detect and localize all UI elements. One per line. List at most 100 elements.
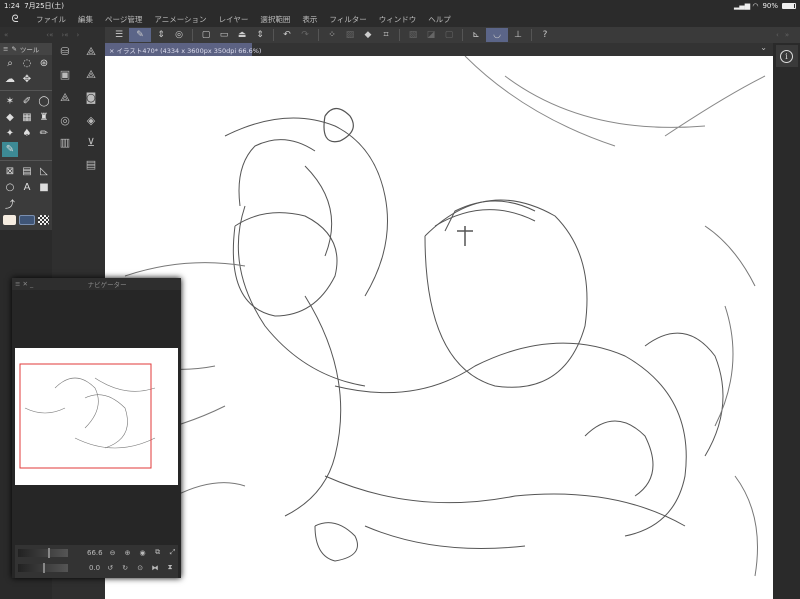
pattern-icon[interactable]: ▦ bbox=[19, 110, 35, 125]
menu-icon[interactable]: ☰ bbox=[111, 28, 127, 42]
sparkle-icon[interactable]: ✦ bbox=[2, 126, 18, 141]
rotate-left-icon[interactable]: ↺ bbox=[105, 564, 115, 572]
menu-file[interactable]: ファイル bbox=[30, 14, 72, 25]
zoom-slider[interactable] bbox=[18, 547, 68, 558]
snap-line-icon[interactable]: ⊥ bbox=[510, 28, 526, 42]
magic-wand-icon[interactable]: ✶ bbox=[2, 94, 18, 109]
help-icon[interactable]: ? bbox=[537, 28, 553, 42]
layers-stack-icon[interactable]: ◈ bbox=[78, 114, 104, 127]
open-folder-icon[interactable]: ▭ bbox=[216, 28, 232, 42]
undo-icon[interactable]: ↶ bbox=[279, 28, 295, 42]
deselect-icon[interactable]: ▧ bbox=[405, 28, 421, 42]
rotate-tool-icon[interactable]: ◌ bbox=[19, 56, 35, 71]
drawing-canvas[interactable] bbox=[105, 56, 773, 599]
edit-icon[interactable]: ✎ bbox=[129, 28, 151, 42]
new-file-icon[interactable]: ▢ bbox=[198, 28, 214, 42]
import-icon[interactable]: ⊻ bbox=[78, 136, 104, 149]
lasso-icon[interactable]: ◯ bbox=[36, 94, 52, 109]
pen-icon: ✎ bbox=[11, 45, 17, 53]
layer-icon[interactable]: ⛁ bbox=[52, 45, 78, 59]
invert-selection-icon[interactable]: ◪ bbox=[423, 28, 439, 42]
crop-icon[interactable]: ▢ bbox=[441, 28, 457, 42]
layer-property-icon[interactable]: ⟁ bbox=[78, 45, 104, 59]
text-tool-icon[interactable]: A bbox=[19, 180, 35, 195]
panel-menu-icon[interactable]: ≡ ✕ _ bbox=[15, 280, 33, 288]
save-icon[interactable]: ⏏ bbox=[234, 28, 250, 42]
eyedropper-icon[interactable]: ✐ bbox=[19, 94, 35, 109]
hand-tool-icon[interactable]: ☁ bbox=[2, 72, 18, 87]
reset-rotation-icon[interactable]: ⊙ bbox=[135, 564, 145, 572]
snap-curve-icon[interactable]: ◡ bbox=[486, 28, 508, 42]
ruler-tool-icon[interactable]: ▤ bbox=[19, 164, 35, 179]
clear-icon[interactable]: ▨ bbox=[342, 28, 358, 42]
fit-window-icon[interactable]: ⧉ bbox=[153, 548, 163, 557]
flip-vertical-icon[interactable]: ⧗ bbox=[165, 563, 175, 572]
sub-color-swatch[interactable] bbox=[19, 215, 35, 225]
menu-page[interactable]: ページ管理 bbox=[99, 14, 148, 25]
transform-icon[interactable]: ⌗ bbox=[378, 28, 394, 42]
menu-animation[interactable]: アニメーション bbox=[148, 14, 212, 25]
menu-layer[interactable]: レイヤー bbox=[213, 14, 255, 25]
zoom-in-icon[interactable]: ⊕ bbox=[123, 549, 133, 557]
rotate-right-icon[interactable]: ↻ bbox=[120, 564, 130, 572]
camera-icon[interactable]: ◎ bbox=[171, 28, 187, 42]
menu-edit[interactable]: 編集 bbox=[72, 14, 99, 25]
eraser-icon[interactable]: ◆ bbox=[2, 110, 18, 125]
sub-tool-icon[interactable]: ⟁ bbox=[52, 91, 78, 105]
balloon-icon[interactable]: ○ bbox=[2, 180, 18, 195]
fill-icon[interactable]: ◆ bbox=[360, 28, 376, 42]
main-color-swatch[interactable] bbox=[3, 215, 17, 225]
zoom-out-icon[interactable]: ⊖ bbox=[108, 549, 118, 557]
expand-right-icon[interactable]: » bbox=[785, 31, 789, 39]
menu-window[interactable]: ウィンドウ bbox=[373, 14, 423, 25]
view-frame[interactable] bbox=[19, 363, 152, 469]
tool-palette-title: ツール bbox=[19, 46, 40, 54]
collapse-icon[interactable]: ‹« bbox=[46, 31, 53, 39]
color-icon[interactable]: ◙ bbox=[78, 91, 104, 105]
battery-text: 90% bbox=[762, 2, 778, 10]
expand-icon[interactable]: ›« bbox=[61, 31, 68, 39]
chevron-down-icon[interactable]: ⌄ bbox=[760, 43, 767, 52]
document-tab[interactable]: × イラスト470* (4334 x 3600px 350dpi 66.6%) bbox=[105, 43, 261, 56]
triangle-ruler-icon[interactable]: ◺ bbox=[36, 164, 52, 179]
layer-move-icon[interactable]: ⊛ bbox=[36, 56, 52, 71]
search-layer-icon[interactable]: ▥ bbox=[52, 136, 78, 149]
collapse-left-icon[interactable]: ‹ bbox=[776, 31, 779, 39]
material-icon[interactable]: ⟁ bbox=[78, 68, 104, 82]
blend-icon[interactable]: ♠ bbox=[19, 126, 35, 141]
expand-right-icon[interactable]: › bbox=[76, 31, 79, 39]
pen-tool-icon[interactable]: ✎ bbox=[2, 142, 18, 157]
actual-size-icon[interactable]: ◉ bbox=[138, 549, 148, 557]
flip-horizontal-icon[interactable]: ⧓ bbox=[150, 564, 160, 572]
redo-icon[interactable]: ↷ bbox=[297, 28, 313, 42]
palette-menu-icon[interactable]: ≡ bbox=[3, 45, 8, 53]
transparent-swatch[interactable] bbox=[37, 215, 49, 225]
info-icon: i bbox=[780, 49, 793, 63]
time: 1:24 bbox=[4, 2, 20, 10]
up-down-icon[interactable]: ⇕ bbox=[252, 28, 268, 42]
zoom-tool-icon[interactable]: ⌕ bbox=[2, 56, 18, 71]
menu-filter[interactable]: フィルター bbox=[323, 14, 372, 25]
menu-selection[interactable]: 選択範囲 bbox=[254, 14, 296, 25]
up-down-icon[interactable]: ⇕ bbox=[153, 28, 169, 42]
fit-screen-icon[interactable]: ⤢ bbox=[168, 548, 178, 557]
pencil-icon[interactable]: ✏ bbox=[36, 126, 52, 141]
zoom-value: 66.6 bbox=[87, 548, 103, 557]
animation-icon[interactable]: ▣ bbox=[52, 68, 78, 82]
panel-icon[interactable]: ▤ bbox=[78, 158, 104, 171]
info-button[interactable]: i bbox=[775, 45, 798, 67]
correction-icon[interactable]: ⤴ bbox=[2, 196, 18, 211]
frame-icon[interactable]: ⊠ bbox=[2, 164, 18, 179]
navigator-preview[interactable] bbox=[15, 348, 178, 485]
move-tool-icon[interactable]: ✥ bbox=[19, 72, 35, 87]
history-icon[interactable]: ◎ bbox=[52, 114, 78, 127]
menu-help[interactable]: ヘルプ bbox=[422, 14, 457, 25]
gradient-icon[interactable]: ■ bbox=[36, 180, 52, 195]
rotation-slider[interactable] bbox=[18, 562, 68, 573]
selection-icon[interactable]: ⁘ bbox=[324, 28, 340, 42]
app-logo-icon[interactable]: ᘓ bbox=[0, 14, 30, 25]
ink-icon[interactable]: ♜ bbox=[36, 110, 52, 125]
collapse-left-icon[interactable]: « bbox=[4, 31, 8, 39]
ruler-icon[interactable]: ⊾ bbox=[468, 28, 484, 42]
menu-view[interactable]: 表示 bbox=[296, 14, 323, 25]
